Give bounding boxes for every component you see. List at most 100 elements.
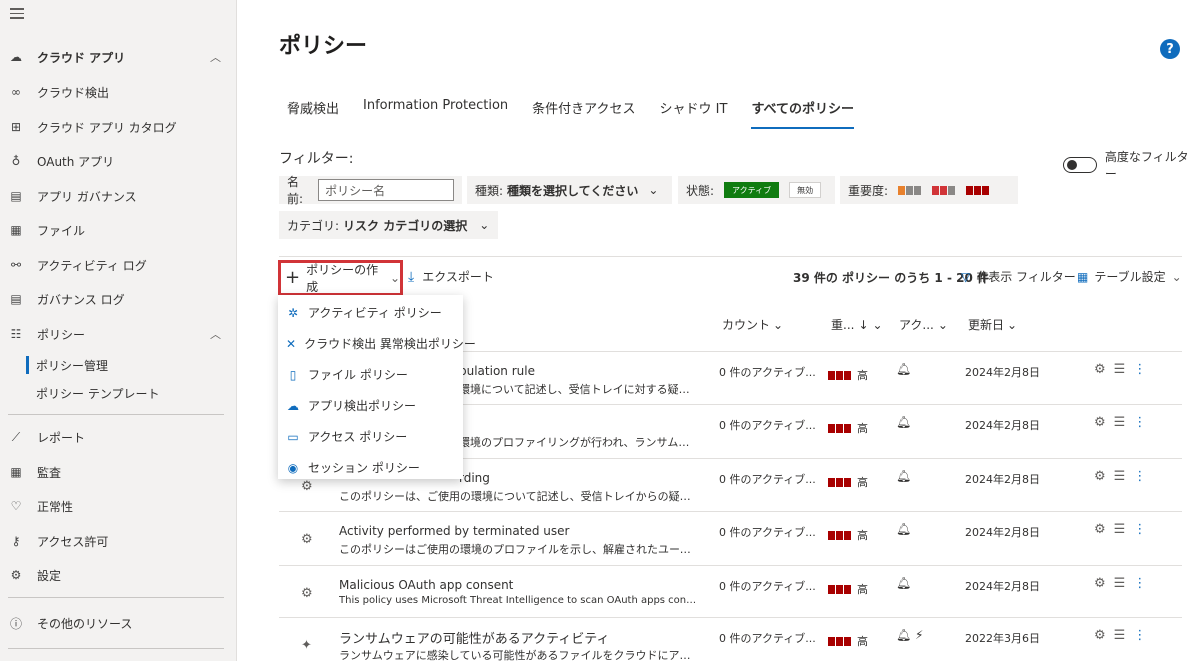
hamburger-menu-icon[interactable] — [10, 8, 24, 20]
sidebar-item-governance-log[interactable]: ▤ ガバナンス ログ — [0, 285, 237, 313]
menu-item-file-policy[interactable]: ▯ ファイル ポリシー — [278, 359, 463, 390]
severity-low-button[interactable] — [898, 185, 922, 195]
sidebar-item-health[interactable]: ♡ 正常性 — [0, 492, 237, 520]
file-icon: ▦ — [10, 223, 22, 237]
sidebar-item-oauth-apps[interactable]: ♁ OAuth アプリ — [0, 147, 237, 175]
sidebar-divider — [8, 414, 224, 415]
updated-date: 2024年2月8日 — [965, 473, 1040, 486]
create-policy-menu: ✲ アクティビティ ポリシー ✕ クラウド検出 異常検出ポリシー ▯ ファイル … — [278, 295, 476, 479]
alert-count[interactable]: 0 件のアクティブ... — [719, 578, 816, 594]
sidebar-item-cloud-discovery[interactable]: ∞ クラウド検出 — [0, 78, 237, 106]
policy-name[interactable]: ランサムウェアの可能性があるアクティビティ — [339, 628, 610, 647]
list-icon[interactable]: ☰ — [1114, 469, 1126, 484]
sidebar-item-label: 正常性 — [37, 499, 74, 514]
sidebar-item-label: ファイル — [37, 223, 86, 238]
type-filter[interactable]: 種類: 種類を選択してください ⌄ — [467, 176, 672, 204]
sidebar-item-permissions[interactable]: ⚷ アクセス許可 — [0, 527, 237, 555]
more-icon[interactable]: ⋮ — [1133, 469, 1146, 484]
list-icon[interactable]: ☰ — [1114, 362, 1126, 377]
table-row[interactable]: ✦ ランサムウェアの可能性があるアクティビティ ランサムウェアに感染している可能… — [279, 617, 1182, 661]
table-row[interactable]: ⚙ Activity performed by terminated user … — [279, 511, 1182, 564]
column-header-action[interactable]: アク... ⌄ — [899, 316, 948, 333]
state-active-button[interactable]: アクティブ — [724, 182, 780, 198]
sidebar-item-policy-management[interactable]: ポリシー管理 — [25, 353, 108, 377]
gear-icon[interactable]: ⚙ — [1094, 415, 1106, 430]
category-filter[interactable]: カテゴリ: リスク カテゴリの選択 ⌄ — [279, 211, 498, 239]
tab-all-policies[interactable]: すべてのポリシー — [751, 98, 855, 129]
sidebar-item-files[interactable]: ▦ ファイル — [0, 216, 237, 244]
column-header-count[interactable]: カウント ⌄ — [722, 316, 783, 333]
alert-count[interactable]: 0 件のアクティブ... — [719, 417, 816, 433]
severity-indicator: 高 — [828, 527, 868, 543]
policy-description: 環境について記述し、受信トレイに対する疑わし... — [459, 383, 699, 396]
policy-name-input[interactable]: ポリシー名 — [318, 179, 454, 201]
sidebar-item-audit[interactable]: ▦ 監査 — [0, 458, 237, 486]
tab-bar: 脅威検出 Information Protection 条件付きアクセス シャド… — [287, 98, 878, 129]
sidebar-item-label: アクセス許可 — [37, 534, 109, 549]
tab-information-protection[interactable]: Information Protection — [363, 98, 508, 129]
sidebar-item-app-governance[interactable]: ▤ アプリ ガバナンス — [0, 182, 237, 210]
chevron-up-icon: ︿ — [210, 328, 221, 341]
sidebar-group-cloud-apps[interactable]: ☁ クラウド アプリ ︿ — [0, 43, 237, 71]
tab-threat-detection[interactable]: 脅威検出 — [287, 98, 339, 129]
policy-name[interactable]: Activity performed by terminated user — [339, 524, 569, 538]
sidebar-group-policies[interactable]: ☷ ポリシー ︿ — [0, 320, 237, 348]
gear-icon[interactable]: ⚙ — [1094, 469, 1106, 484]
severity-medium-button[interactable] — [932, 185, 956, 195]
menu-item-anomaly-policy[interactable]: ✕ クラウド検出 異常検出ポリシー — [278, 328, 476, 359]
list-icon[interactable]: ☰ — [1114, 576, 1126, 591]
alert-count[interactable]: 0 件のアクティブ... — [719, 524, 816, 540]
severity-label: 高 — [857, 369, 868, 382]
gear-icon[interactable]: ⚙ — [1094, 628, 1106, 643]
menu-item-activity-policy[interactable]: ✲ アクティビティ ポリシー — [278, 297, 463, 328]
sidebar-item-reports[interactable]: ⟋ レポート — [0, 423, 237, 451]
toolbar-divider — [279, 256, 1182, 257]
policy-name[interactable]: rding — [459, 471, 490, 485]
column-header-severity[interactable]: 重... ↓ ⌄ — [831, 316, 883, 333]
gear-icon[interactable]: ⚙ — [1094, 362, 1106, 377]
column-header-updated[interactable]: 更新日 ⌄ — [968, 316, 1017, 333]
severity-filter-label: 重要度: — [848, 183, 889, 198]
policy-name[interactable]: pulation rule — [459, 364, 535, 378]
menu-item-access-policy[interactable]: ▭ アクセス ポリシー — [278, 421, 463, 452]
more-icon[interactable]: ⋮ — [1133, 576, 1146, 591]
list-icon[interactable]: ☰ — [1114, 628, 1126, 643]
table-row[interactable]: ⚙ Malicious OAuth app consent This polic… — [279, 565, 1182, 618]
sidebar-item-activity-log[interactable]: ⚯ アクティビティ ログ — [0, 251, 237, 279]
table-settings-button[interactable]: ▦ テーブル設定 ⌄ — [1077, 268, 1182, 285]
advanced-filter-label: 高度なフィルター — [1104, 150, 1189, 181]
more-icon[interactable]: ⋮ — [1133, 362, 1146, 377]
sliders-icon: ☷ — [10, 327, 22, 341]
state-disabled-button[interactable]: 無効 — [789, 182, 822, 198]
menu-item-app-discovery-policy[interactable]: ☁ アプリ検出ポリシー — [278, 390, 463, 421]
export-button[interactable]: ⤓ エクスポート — [408, 268, 494, 285]
severity-high-button[interactable] — [966, 185, 990, 195]
sidebar-item-policy-templates[interactable]: ポリシー テンプレート — [36, 381, 159, 405]
hide-filter-button[interactable]: ▽ 非表示 フィルター — [961, 268, 1076, 285]
sidebar-item-app-catalog[interactable]: ⊞ クラウド アプリ カタログ — [0, 113, 237, 141]
menu-item-session-policy[interactable]: ◉ セッション ポリシー — [278, 452, 463, 483]
more-icon[interactable]: ⋮ — [1133, 522, 1146, 537]
sidebar-item-settings[interactable]: ⚙ 設定 — [0, 561, 237, 589]
more-icon[interactable]: ⋮ — [1133, 415, 1146, 430]
page-title: ポリシー — [279, 34, 368, 59]
sidebar-item-more-resources[interactable]: ⓘ その他のリソース — [0, 609, 237, 637]
policy-name[interactable]: Malicious OAuth app consent — [339, 578, 513, 592]
create-policy-button[interactable]: + ポリシーの作成 ⌄ — [278, 260, 403, 296]
toggle-switch[interactable] — [1063, 157, 1097, 173]
advanced-filter-toggle[interactable]: 高度なフィルター — [1063, 148, 1200, 182]
type-filter-label: 種類: — [475, 183, 504, 198]
more-icon[interactable]: ⋮ — [1133, 628, 1146, 643]
severity-label: 高 — [857, 476, 868, 489]
gear-icon[interactable]: ⚙ — [1094, 522, 1106, 537]
alert-count[interactable]: 0 件のアクティブ... — [719, 471, 816, 487]
alert-count[interactable]: 0 件のアクティブ... — [719, 630, 816, 646]
file-policy-icon: ▯ — [289, 367, 297, 382]
tab-shadow-it[interactable]: シャドウ IT — [660, 98, 728, 129]
list-icon[interactable]: ☰ — [1114, 522, 1126, 537]
list-icon[interactable]: ☰ — [1114, 415, 1126, 430]
help-icon[interactable]: ? — [1160, 39, 1180, 59]
gear-icon[interactable]: ⚙ — [1094, 576, 1106, 591]
alert-count[interactable]: 0 件のアクティブ... — [719, 364, 816, 380]
tab-conditional-access[interactable]: 条件付きアクセス — [532, 98, 635, 129]
